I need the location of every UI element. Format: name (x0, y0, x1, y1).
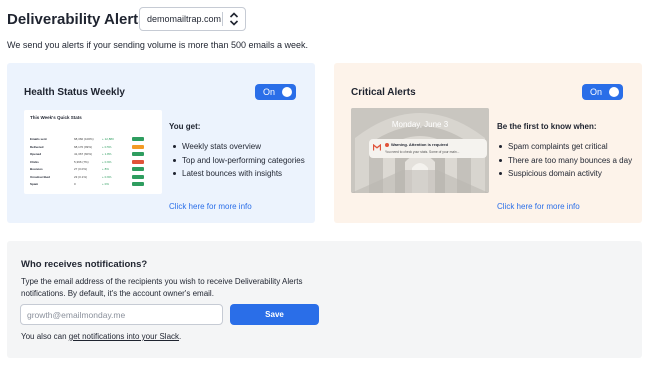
slack-suffix: . (179, 332, 182, 341)
slack-info: You also can get notifications into your… (21, 332, 181, 341)
warning-notification: Warning. Attention is required You need … (369, 139, 487, 158)
recipients-description: Type the email address of the recipients… (21, 277, 303, 298)
status-badge (132, 182, 144, 186)
health-card-body-title: You get: (169, 122, 201, 131)
row-label: Opened (30, 152, 42, 156)
toggle-knob (282, 87, 292, 97)
critical-alerts-toggle[interactable]: On (582, 84, 623, 100)
status-badge (132, 137, 144, 141)
notification-title: Warning. Attention is required (391, 142, 449, 147)
table-row: Clicks 5,396 (7%) + 0.9% (30, 159, 158, 165)
table-row: Spam 0 + 0% (30, 181, 158, 187)
status-badge (132, 159, 144, 164)
stats-preview-title: This Week's Quick Stats (30, 115, 82, 120)
page-subtitle: We send you alerts if your sending volum… (7, 40, 308, 50)
status-badge (132, 167, 144, 171)
recipient-email-input[interactable] (20, 304, 223, 325)
list-item: There are too many bounces a day (497, 156, 637, 167)
toggle-knob (609, 87, 619, 97)
row-value: 27 (0.0%) (74, 167, 88, 171)
list-item: Latest bounces with insights (171, 169, 311, 180)
critical-card-title: Critical Alerts (351, 87, 416, 98)
row-label: Unsubscribed (30, 174, 51, 179)
health-benefits-list: Weekly stats overview Top and low-perfor… (171, 142, 311, 183)
table-row: Opened 41,367 (60%) + 1.8% (30, 151, 158, 157)
toggle-label: On (590, 87, 603, 97)
row-label: Emails sent (30, 137, 47, 141)
sort-arrows-icon (229, 12, 239, 26)
page-title: Deliverability Alerts (7, 10, 147, 28)
row-change: + 0.9% (102, 159, 112, 164)
health-status-toggle[interactable]: On (255, 84, 296, 100)
gmail-icon (373, 144, 381, 151)
slack-notifications-link[interactable]: get notifications into your Slack (69, 332, 179, 341)
table-row: Emails sent 68,360 (100%) + 12,880 (30, 136, 158, 142)
row-value: 23 (0.1%) (74, 174, 88, 179)
health-more-info-link[interactable]: Click here for more info (169, 202, 252, 211)
health-status-card: Health Status Weekly On This Week's Quic… (7, 63, 315, 223)
row-value: 68,170 (99%) (74, 144, 93, 149)
table-row: Unsubscribed 23 (0.1%) + 0.9% (30, 174, 158, 180)
row-value: 0 (74, 182, 76, 186)
weekly-stats-preview-image: This Week's Quick Stats Emails sent 68,36… (24, 110, 162, 194)
row-label: Spam (30, 182, 39, 186)
status-badge (132, 144, 144, 149)
row-change: + 8% (102, 167, 109, 171)
list-item: Spam complaints get critical (497, 142, 637, 153)
header: Deliverability Alerts (7, 6, 147, 32)
domain-select[interactable]: demomailtrap.com (139, 7, 246, 31)
row-change: + 0.5% (102, 144, 112, 149)
row-change: + 0.9% (102, 174, 112, 179)
status-badge (132, 152, 144, 156)
critical-conditions-list: Spam complaints get critical There are t… (497, 142, 637, 183)
toggle-label: On (263, 87, 276, 97)
table-row: Bounces 27 (0.0%) + 8% (30, 166, 158, 172)
list-item: Top and low-performing categories (171, 156, 311, 167)
recipients-title: Who receives notifications? (21, 259, 148, 270)
row-value: 5,396 (7%) (74, 159, 89, 164)
row-label: Delivered (30, 144, 44, 149)
status-badge (132, 174, 144, 179)
domain-select-value: demomailtrap.com (147, 14, 222, 24)
select-divider (222, 12, 223, 26)
critical-card-body-title: Be the first to know when: (497, 122, 597, 131)
notification-text: You need to check your stats. Some of yo… (385, 150, 460, 154)
critical-more-info-link[interactable]: Click here for more info (497, 202, 580, 211)
phone-notification-preview-image: Monday, June 3 Warning. Attention is req… (351, 108, 489, 193)
slack-prefix: You also can (21, 332, 69, 341)
row-change: + 1.8% (102, 152, 112, 156)
warning-dot-icon (385, 142, 389, 147)
row-label: Clicks (30, 159, 39, 164)
list-item: Weekly stats overview (171, 142, 311, 153)
row-value: 68,360 (100%) (74, 137, 94, 141)
save-button[interactable]: Save (230, 304, 319, 325)
list-item: Suspicious domain activity (497, 169, 637, 180)
notification-recipients-section: Who receives notifications? Type the ema… (7, 241, 642, 358)
table-row: Delivered 68,170 (99%) + 0.5% (30, 144, 158, 150)
lockscreen-date: Monday, June 3 (391, 120, 449, 129)
critical-alerts-card: Critical Alerts On Monday, June 3 Warnin… (334, 63, 642, 223)
row-change: + 12,880 (102, 137, 114, 141)
row-label: Bounces (30, 167, 43, 171)
row-value: 41,367 (60%) (74, 152, 93, 156)
health-card-title: Health Status Weekly (24, 87, 125, 98)
row-change: + 0% (102, 182, 109, 186)
